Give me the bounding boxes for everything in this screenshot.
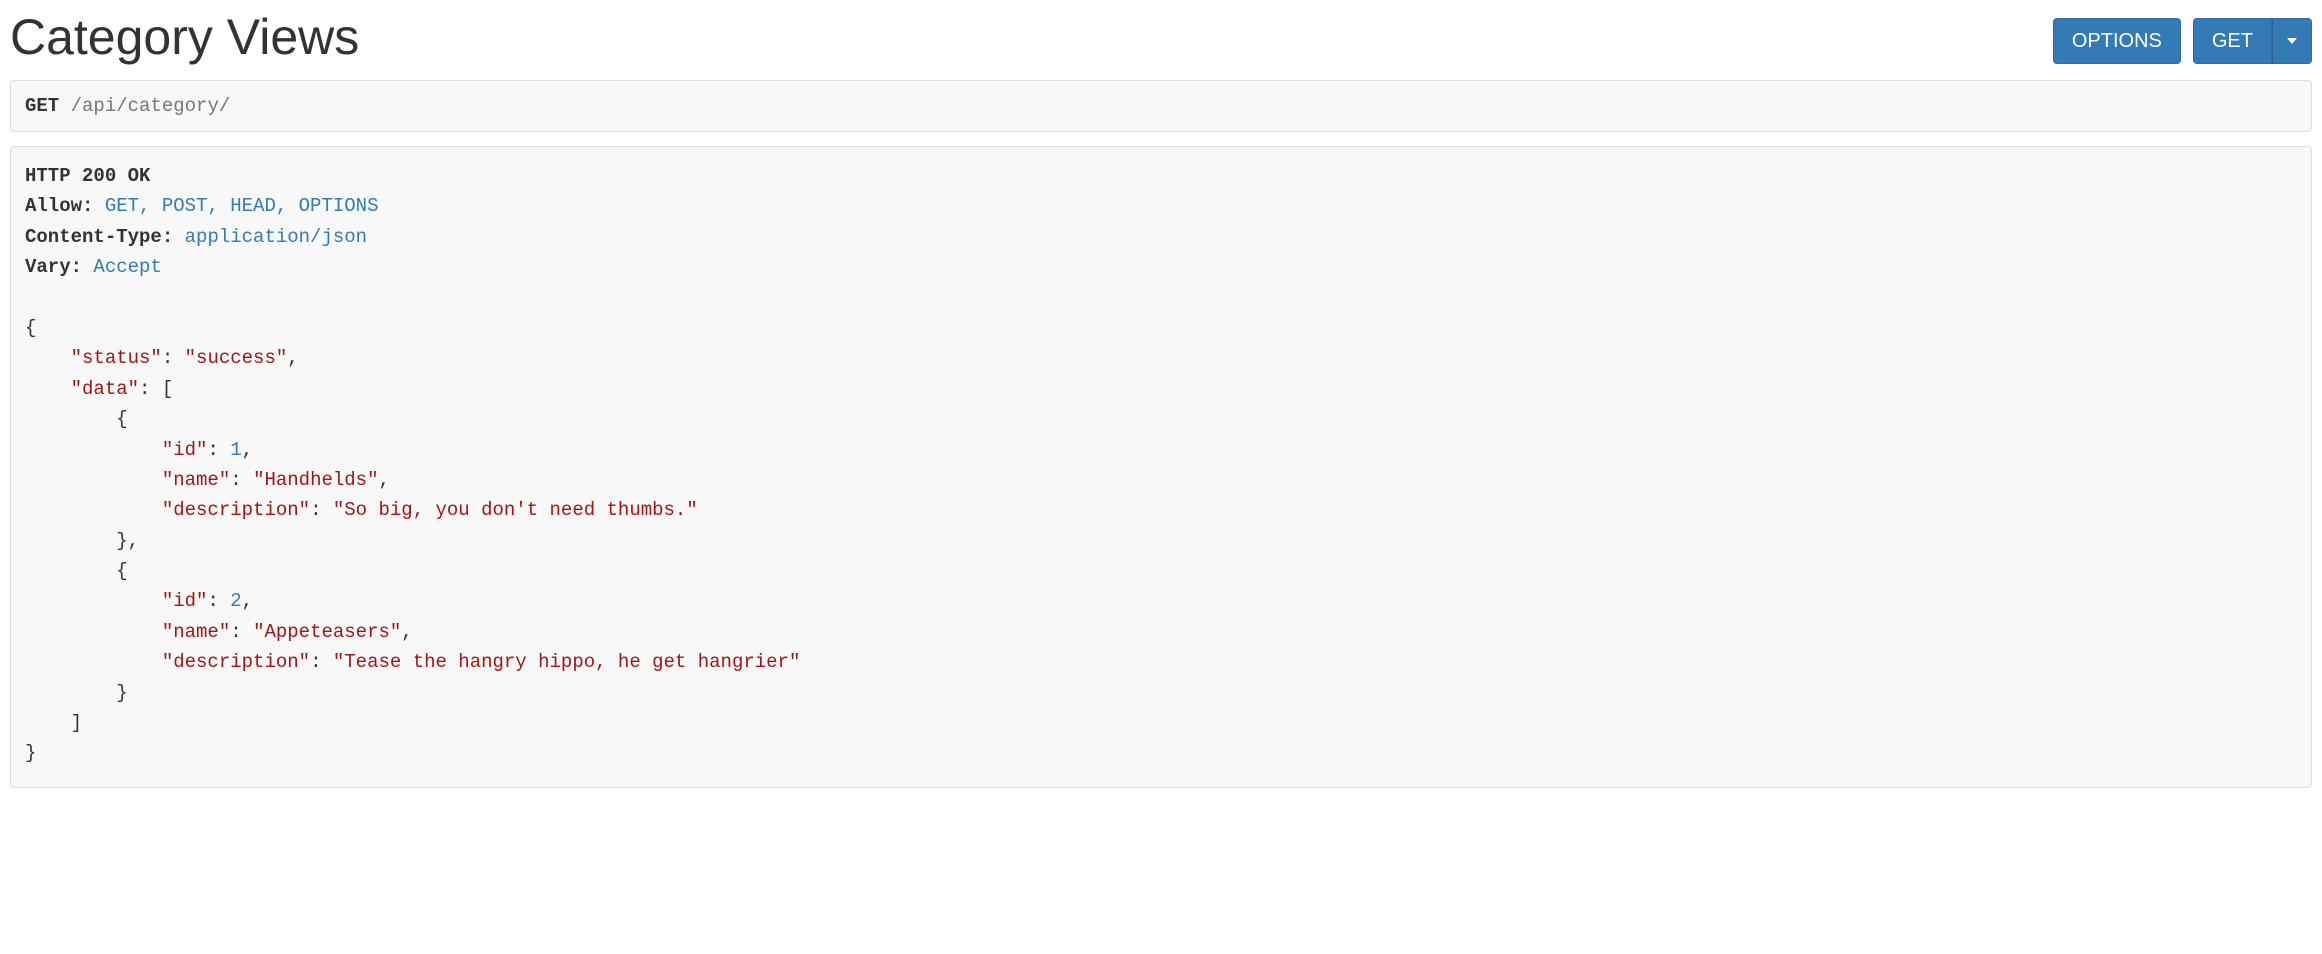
json-val-id: 1 bbox=[230, 439, 241, 461]
get-dropdown-button[interactable] bbox=[2272, 18, 2312, 64]
json-comma: , bbox=[242, 439, 253, 461]
json-key-name: "name" bbox=[162, 621, 230, 643]
json-key-id: "id" bbox=[162, 439, 208, 461]
json-val-name: "Appeteasers" bbox=[253, 621, 401, 643]
json-key-desc: "description" bbox=[162, 651, 310, 673]
json-colon: : bbox=[230, 621, 241, 643]
json-comma: , bbox=[287, 347, 298, 369]
options-button[interactable]: OPTIONS bbox=[2053, 18, 2181, 64]
json-colon: : bbox=[230, 469, 241, 491]
json-comma: , bbox=[378, 469, 389, 491]
caret-down-icon bbox=[2287, 38, 2297, 44]
json-val-name: "Handhelds" bbox=[253, 469, 378, 491]
json-brace: } bbox=[116, 682, 127, 704]
json-colon: : bbox=[162, 347, 173, 369]
get-button[interactable]: GET bbox=[2193, 18, 2272, 64]
json-colon: : bbox=[207, 590, 218, 612]
json-colon: : bbox=[310, 499, 321, 521]
json-comma: , bbox=[401, 621, 412, 643]
json-val-status: "success" bbox=[185, 347, 288, 369]
json-colon: : bbox=[207, 439, 218, 461]
json-key-desc: "description" bbox=[162, 499, 310, 521]
json-brace: }, bbox=[116, 530, 139, 552]
json-bracket: ] bbox=[71, 712, 82, 734]
request-bar: GET /api/category/ bbox=[10, 80, 2312, 132]
json-colon: : bbox=[310, 651, 321, 673]
get-button-group: GET bbox=[2193, 18, 2312, 64]
button-group: OPTIONS GET bbox=[2053, 18, 2312, 64]
json-val-id: 2 bbox=[230, 590, 241, 612]
header-row: Category Views OPTIONS GET bbox=[10, 10, 2312, 65]
status-line: HTTP 200 OK bbox=[25, 165, 150, 187]
allow-label: Allow: bbox=[25, 195, 93, 217]
request-path: /api/category/ bbox=[71, 95, 231, 117]
json-key-status: "status" bbox=[71, 347, 162, 369]
request-method: GET bbox=[25, 95, 59, 117]
json-val-desc: "So big, you don't need thumbs." bbox=[333, 499, 698, 521]
response-panel: HTTP 200 OK Allow: GET, POST, HEAD, OPTI… bbox=[10, 146, 2312, 788]
page-title: Category Views bbox=[10, 10, 359, 65]
json-brace: } bbox=[25, 742, 36, 764]
json-brace: { bbox=[25, 317, 36, 339]
json-key-id: "id" bbox=[162, 590, 208, 612]
json-key-name: "name" bbox=[162, 469, 230, 491]
json-brace: { bbox=[116, 560, 127, 582]
vary-label: Vary: bbox=[25, 256, 82, 278]
content-type-label: Content-Type: bbox=[25, 226, 173, 248]
vary-value: Accept bbox=[93, 256, 161, 278]
json-brace: { bbox=[116, 408, 127, 430]
content-type-value: application/json bbox=[185, 226, 367, 248]
json-val-desc: "Tease the hangry hippo, he get hangrier… bbox=[333, 651, 800, 673]
json-colon: : bbox=[139, 378, 150, 400]
allow-value: GET, POST, HEAD, OPTIONS bbox=[105, 195, 379, 217]
json-bracket: [ bbox=[162, 378, 173, 400]
json-comma: , bbox=[242, 590, 253, 612]
json-key-data: "data" bbox=[71, 378, 139, 400]
